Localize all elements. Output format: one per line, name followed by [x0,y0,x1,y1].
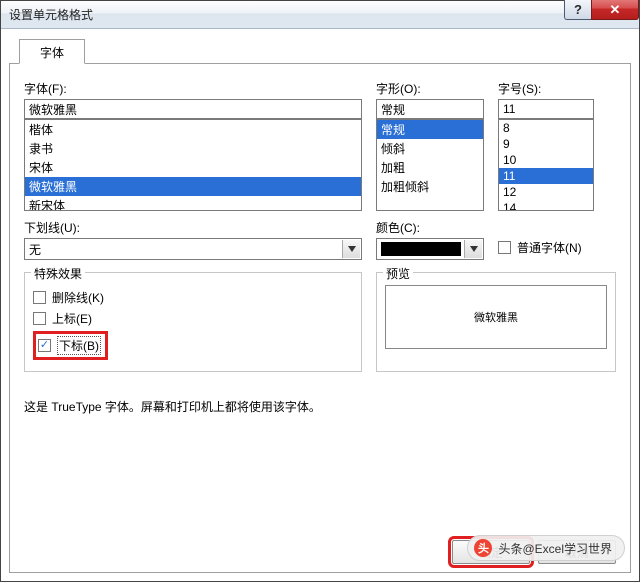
list-item[interactable]: 宋体 [25,158,361,177]
titlebar: 设置单元格格式 ? ✕ [1,1,639,29]
chevron-down-icon [464,240,482,258]
style-listbox[interactable]: 常规倾斜加粗加粗倾斜 [376,119,484,211]
watermark: 头 头条@Excel学习世界 [467,535,625,561]
list-item[interactable]: 加粗 [377,158,483,177]
tab-panel-font: 字体(F): 微软雅黑 楷体隶书宋体微软雅黑新宋体叶根友毛笔行书2.0版 字形(… [9,63,631,573]
watermark-logo-icon: 头 [474,539,492,557]
font-input[interactable]: 微软雅黑 [24,99,362,119]
effects-legend: 特殊效果 [31,265,85,282]
size-input[interactable]: 11 [498,99,594,119]
list-item[interactable]: 8 [499,120,593,136]
superscript-checkbox[interactable]: 上标(E) [33,310,353,327]
list-item[interactable]: 12 [499,184,593,200]
style-input[interactable]: 常规 [376,99,484,119]
preview-text: 微软雅黑 [474,309,518,325]
tabstrip: 字体 [9,39,631,63]
size-label: 字号(S): [498,80,594,97]
tab-font[interactable]: 字体 [19,39,85,64]
window-title: 设置单元格格式 [9,6,93,23]
checkbox-icon [33,291,46,304]
underline-combo[interactable]: 无 [24,238,362,260]
format-cells-dialog: 设置单元格格式 ? ✕ 字体 字体(F): 微软雅黑 楷体隶书宋体微软雅黑新宋体… [0,0,640,582]
normal-font-checkbox[interactable]: 普通字体(N) [498,239,608,256]
color-combo[interactable] [376,238,484,260]
dialog-content: 字体 字体(F): 微软雅黑 楷体隶书宋体微软雅黑新宋体叶根友毛笔行书2.0版 … [9,39,631,573]
list-item[interactable]: 楷体 [25,120,361,139]
checkbox-icon [33,312,46,325]
list-item[interactable]: 常规 [377,120,483,139]
list-item[interactable]: 9 [499,136,593,152]
close-button[interactable]: ✕ [591,0,639,20]
list-item[interactable]: 10 [499,152,593,168]
list-item[interactable]: 新宋体 [25,196,361,211]
checkbox-icon [498,241,511,254]
list-item[interactable]: 加粗倾斜 [377,177,483,196]
color-swatch [381,242,461,256]
checkbox-icon [38,339,51,352]
help-button[interactable]: ? [564,0,592,20]
effects-group: 特殊效果 删除线(K) 上标(E) 下标(B) [24,272,362,372]
underline-label: 下划线(U): [24,219,362,236]
truetype-hint: 这是 TrueType 字体。屏幕和打印机上都将使用该字体。 [24,398,616,415]
strikethrough-checkbox[interactable]: 删除线(K) [33,289,353,306]
list-item[interactable]: 隶书 [25,139,361,158]
list-item[interactable]: 14 [499,200,593,211]
style-label: 字形(O): [376,80,484,97]
subscript-highlight: 下标(B) [33,331,108,360]
preview-group: 预览 微软雅黑 [376,272,616,372]
list-item[interactable]: 11 [499,168,593,184]
preview-legend: 预览 [383,265,413,282]
color-label: 颜色(C): [376,219,484,236]
preview-box: 微软雅黑 [385,285,607,349]
font-listbox[interactable]: 楷体隶书宋体微软雅黑新宋体叶根友毛笔行书2.0版 [24,119,362,211]
list-item[interactable]: 微软雅黑 [25,177,361,196]
subscript-checkbox[interactable]: 下标(B) [38,336,101,355]
font-label: 字体(F): [24,80,362,97]
chevron-down-icon [342,240,360,258]
list-item[interactable]: 倾斜 [377,139,483,158]
size-listbox[interactable]: 8910111214 [498,119,594,211]
window-buttons: ? ✕ [565,0,639,20]
